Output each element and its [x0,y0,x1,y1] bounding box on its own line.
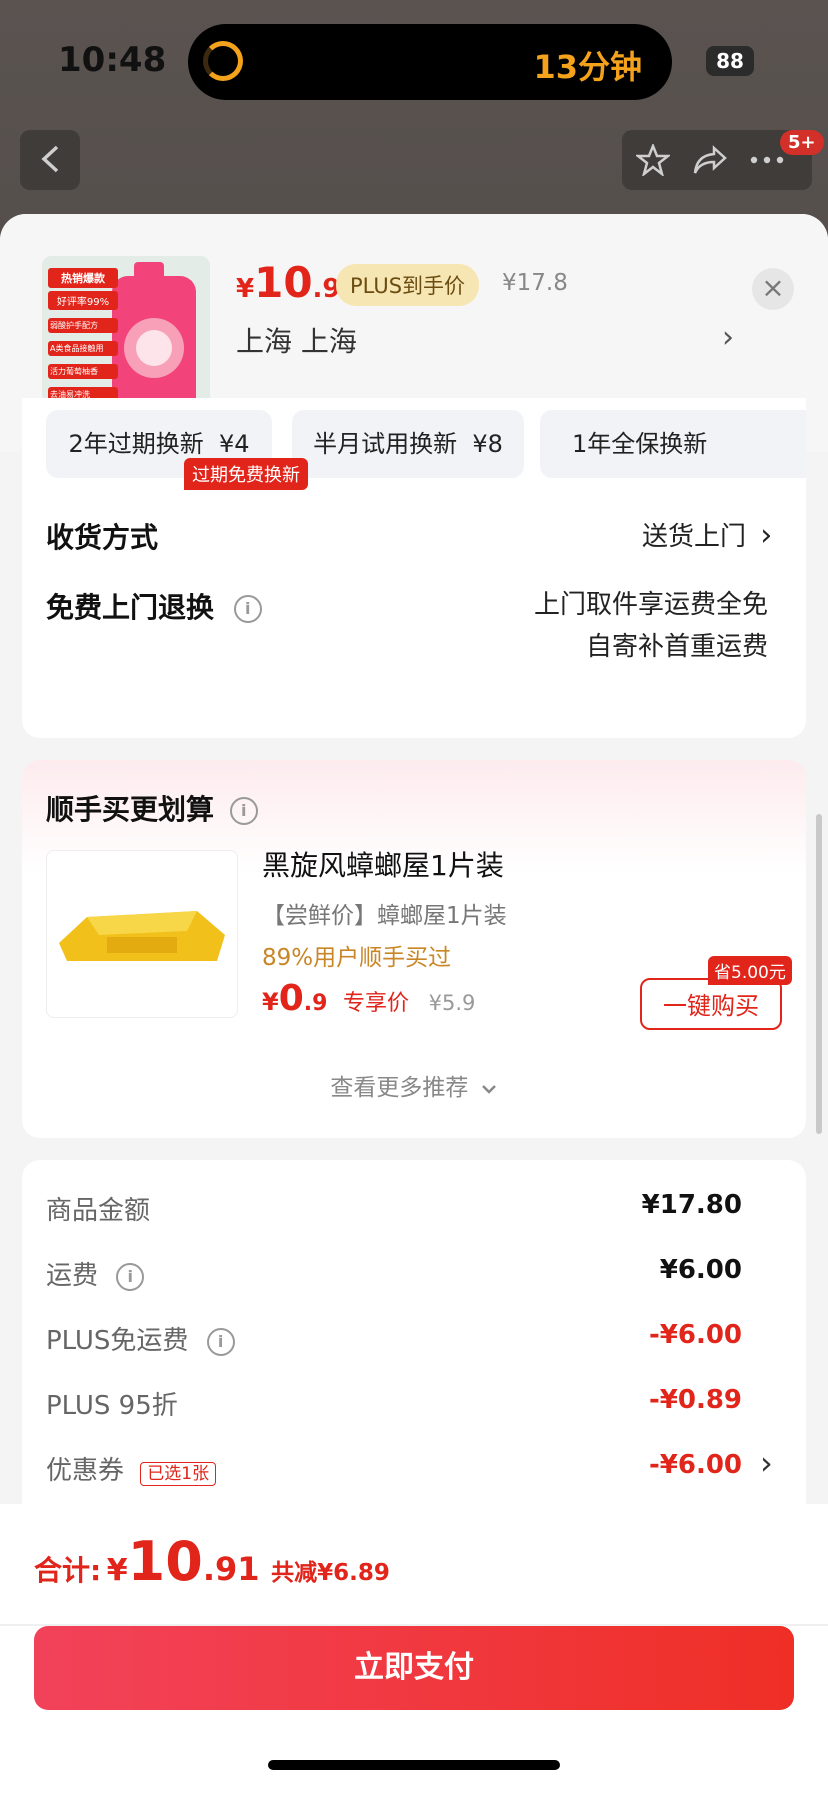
pay-now-button[interactable]: 立即支付 [34,1626,794,1710]
close-icon: × [761,271,785,304]
recommend-title: 顺手买更划算 i [46,788,258,828]
recommend-item-stat: 89%用户顺手买过 [262,945,452,971]
recommend-image[interactable] [46,850,238,1018]
summary-label: PLUS免运费 i [46,1320,235,1357]
chevron-left-icon [41,145,59,173]
delivery-method-label: 收货方式 [46,521,159,554]
promo-tag: 过期免费换新 [184,458,308,490]
chevron-right-icon: › [760,518,773,553]
total-price: 合计: ¥10.91 共减¥6.89 [34,1530,390,1593]
share-icon[interactable] [692,144,728,176]
summary-value: ¥17.80 [641,1190,742,1220]
image-label: 热销爆款 [48,268,118,288]
scrollbar[interactable] [816,814,822,1134]
info-icon[interactable]: i [229,797,258,825]
summary-value: ¥6.00 [659,1255,742,1285]
free-return-label: 免费上门退换 i [46,586,262,626]
more-recommend-link[interactable]: 查看更多推荐 [22,1068,806,1102]
chevron-down-icon [481,1085,496,1094]
image-label: 好评率99% [48,291,118,310]
home-indicator [268,1760,560,1770]
original-price: ¥17.8 [502,270,568,296]
free-return-line2: 自寄补首重运费 [585,632,768,662]
summary-value: -¥6.00 [648,1320,742,1350]
recommend-card: 顺手买更划算 i 黑旋风蟑螂屋1片装 【尝鲜价】蟑螂屋1片装 89%用户顺手买过… [22,760,806,1138]
info-icon[interactable]: i [206,1327,235,1356]
info-icon[interactable]: i [233,595,262,623]
summary-value: -¥0.89 [648,1385,742,1415]
summary-card: 商品金额 ¥17.80 运费 i ¥6.00 PLUS免运费 i -¥6.00 … [22,1160,806,1540]
message-badge: 5+ [780,130,824,155]
recommend-item-title[interactable]: 黑旋风蟑螂屋1片装 [262,844,504,884]
dynamic-island: 13分钟 [188,24,672,100]
back-button[interactable] [20,130,80,190]
summary-label: 商品金额 [46,1196,151,1226]
service-card: 2年过期换新 ¥4 半月试用换新 ¥8 1年全保换新 收货方式 送货上门 › 免… [22,398,806,738]
more-icon[interactable] [750,156,784,164]
recommend-item-sub: 【尝鲜价】蟑螂屋1片装 [262,903,507,929]
service-option[interactable]: 1年全保换新 [540,410,806,478]
save-tag: 省5.00元 [708,956,792,985]
service-option[interactable]: 半月试用换新 ¥8 [292,410,524,478]
recommend-price: ¥0.9 专享价 ¥5.9 [262,978,476,1019]
summary-label: 运费 i [46,1255,145,1292]
close-button[interactable]: × [752,268,794,310]
coupon-row[interactable]: 优惠券 已选1张 [46,1450,217,1487]
summary-label: PLUS 95折 [46,1391,178,1421]
image-label: 活力葡萄柚香 [48,364,118,379]
activity-text: 13分钟 [533,48,642,86]
checkout-sheet: 热销爆款 好评率99% 弱酸护手配方 A类食品接触用 活力葡萄柚香 去油易冲洗 … [0,214,828,1796]
timer-ring-icon [203,41,243,81]
chevron-right-icon[interactable]: › [722,320,734,355]
free-return-line1: 上门取件享运费全免 [533,590,768,620]
star-icon[interactable] [636,144,670,176]
image-label: A类食品接触用 [48,341,118,356]
battery-icon: 88 [706,46,754,76]
one-click-buy-button[interactable]: 一键购买 [640,978,782,1030]
info-icon[interactable]: i [116,1262,145,1291]
coupon-tag: 已选1张 [140,1462,217,1486]
image-label: 弱酸护手配方 [48,318,118,333]
summary-value: -¥6.00 [648,1450,742,1480]
plus-price-tag: PLUS到手价 [336,264,480,306]
delivery-location[interactable]: 上海 上海 [236,320,357,360]
status-time: 10:48 [58,40,167,80]
chevron-right-icon[interactable]: › [760,1444,773,1482]
delivery-method-value[interactable]: 送货上门 › [642,516,772,553]
